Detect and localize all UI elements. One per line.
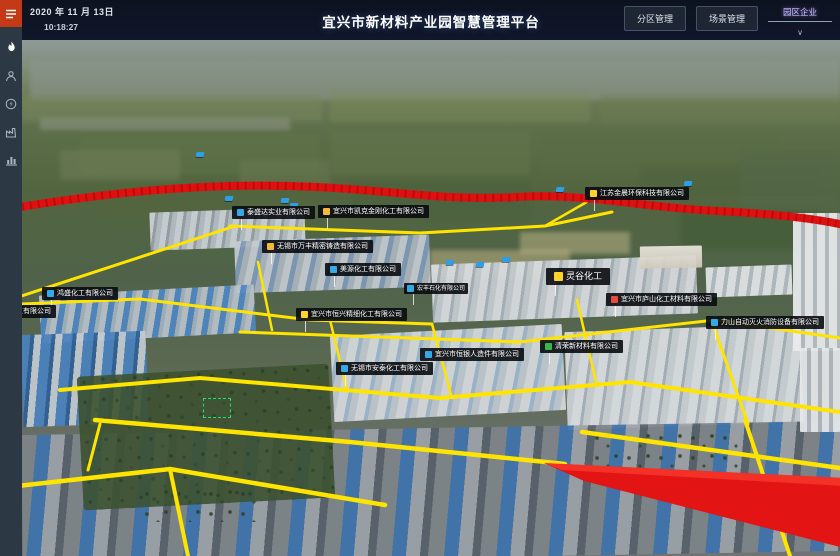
red-elevated-road [22, 186, 840, 225]
header-controls: 分区管理 场景管理 园区企业 ∨ [624, 6, 832, 40]
company-marker-label: 宜兴市恒兴精细化工有限公司 [311, 311, 402, 318]
left-sidebar [0, 0, 22, 556]
company-marker[interactable]: 宜兴市恒银人造件有限公司 [420, 348, 524, 361]
scene-manage-button[interactable]: 场景管理 [696, 6, 758, 31]
company-marker-icon [301, 311, 308, 318]
company-marker-label: 灵谷化工 [566, 272, 602, 281]
selection-box [203, 398, 231, 418]
user-icon[interactable] [5, 69, 18, 82]
company-marker-icon [47, 290, 54, 297]
company-marker-label: 泰盛达实业有限公司 [247, 209, 310, 216]
company-marker-label: 清荣新材料有限公司 [555, 343, 618, 350]
truck-sprite [556, 187, 565, 192]
company-marker-icon [611, 296, 618, 303]
chevron-down-icon: ∨ [797, 28, 803, 37]
company-marker-icon [545, 343, 552, 350]
company-marker[interactable]: 宜兴化工有限公司 [22, 305, 56, 318]
company-marker-icon [425, 351, 432, 358]
dropdown-label: 园区企业 [783, 6, 817, 21]
company-marker-label: 美源化工有限公司 [340, 266, 396, 273]
company-marker-label: 宜兴市恒银人造件有限公司 [435, 351, 519, 358]
bar-chart-icon[interactable] [5, 153, 18, 166]
truck-sprite [225, 196, 234, 201]
company-marker[interactable]: 宜兴市庐山化工材料有限公司 [606, 293, 717, 306]
company-marker[interactable]: 宜兴市恒兴精细化工有限公司 [296, 308, 407, 321]
company-marker-label: 无锡市万丰精密铸造有限公司 [277, 243, 368, 250]
top-header: 2020 年 11 月 13日 10:18:27 宜兴市新材料产业园智慧管理平台… [22, 0, 840, 40]
company-marker-label: 宜兴化工有限公司 [22, 308, 51, 315]
company-marker[interactable]: 无锡市安泰化工有限公司 [336, 362, 433, 375]
company-marker[interactable]: 无锡市万丰精密铸造有限公司 [262, 240, 373, 253]
company-marker-icon [407, 285, 414, 292]
truck-sprite [446, 260, 455, 265]
truck-sprite [281, 198, 290, 203]
company-marker-label: 宜兴市庐山化工材料有限公司 [621, 296, 712, 303]
company-marker-label: 力山自动灭火消防设备有限公司 [721, 319, 819, 326]
company-marker-label: 鸿盛化工有限公司 [57, 290, 113, 297]
company-marker-icon [711, 319, 718, 326]
company-marker[interactable]: 鸿盛化工有限公司 [42, 287, 118, 300]
power-icon[interactable] [5, 97, 18, 110]
factory-icon[interactable] [5, 125, 18, 138]
company-marker[interactable]: 力山自动灭火消防设备有限公司 [706, 316, 824, 329]
company-marker-icon [590, 190, 597, 197]
company-marker[interactable]: 泰盛达实业有限公司 [232, 206, 315, 219]
company-marker-icon [554, 272, 563, 281]
company-marker[interactable]: 灵谷化工 [546, 268, 610, 285]
truck-sprite [196, 152, 205, 157]
company-marker-label: 宜兴市凯克金刚化工有限公司 [333, 208, 424, 215]
app-window: 2020 年 11 月 13日 10:18:27 宜兴市新材料产业园智慧管理平台… [0, 0, 840, 556]
truck-sprite [502, 257, 511, 262]
truck-sprite [476, 262, 485, 267]
company-marker-icon [330, 266, 337, 273]
company-marker[interactable]: 美源化工有限公司 [325, 263, 401, 276]
company-marker[interactable]: 清荣新材料有限公司 [540, 340, 623, 353]
zone-manage-button[interactable]: 分区管理 [624, 6, 686, 31]
company-marker-icon [323, 208, 330, 215]
hamburger-icon [5, 9, 17, 19]
sidebar-icon-group [5, 27, 18, 166]
company-marker[interactable]: 江苏金晨环保科技有限公司 [585, 187, 689, 200]
company-marker-icon [267, 243, 274, 250]
map-3d-scene[interactable]: 泰盛达实业有限公司 宜兴市凯克金刚化工有限公司无锡市万丰精密铸造有限公司美源化工有… [22, 40, 840, 556]
truck-sprite [684, 181, 693, 186]
company-marker-label: 江苏金晨环保科技有限公司 [600, 190, 684, 197]
company-marker-label: 宏丰石化有限公司 [417, 286, 465, 292]
company-marker-icon [237, 209, 244, 216]
map-roads-layer [22, 40, 840, 556]
company-marker[interactable]: 宏丰石化有限公司 [404, 283, 468, 294]
company-marker-label: 无锡市安泰化工有限公司 [351, 365, 428, 372]
company-marker[interactable]: 宜兴市凯克金刚化工有限公司 [318, 205, 429, 218]
company-marker-icon [341, 365, 348, 372]
park-enterprise-dropdown[interactable]: 园区企业 ∨ [768, 6, 832, 40]
flame-icon[interactable] [5, 41, 18, 54]
dropdown-underline: ∨ [768, 21, 832, 40]
menu-icon[interactable] [0, 0, 22, 27]
